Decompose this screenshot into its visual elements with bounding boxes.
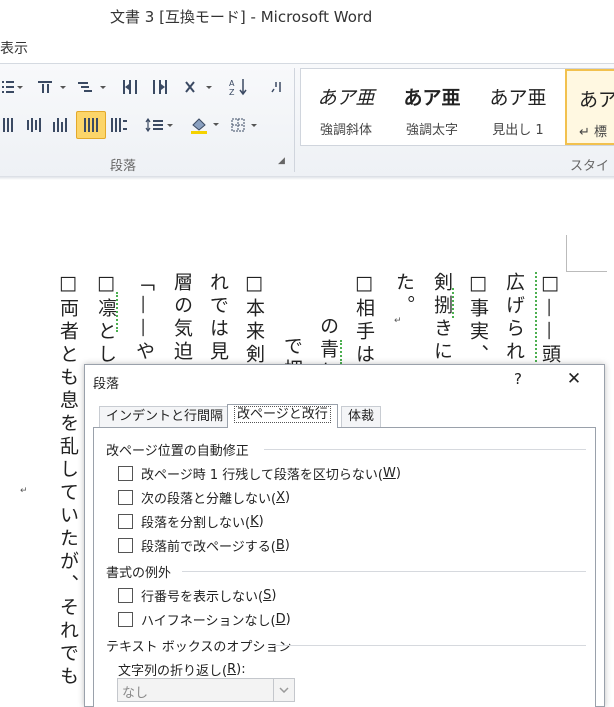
wrap-select[interactable]: なし bbox=[117, 678, 295, 702]
grammar-underline bbox=[116, 292, 118, 332]
text-column[interactable]: □——頭 bbox=[538, 272, 562, 367]
paragraph-mark: ↵ bbox=[394, 316, 402, 326]
close-button[interactable]: ✕ bbox=[565, 369, 583, 389]
wrap-select-value: なし bbox=[122, 686, 149, 701]
align-center-icon[interactable] bbox=[24, 114, 44, 136]
align-left-icon[interactable] bbox=[0, 114, 18, 136]
grammar-underline bbox=[340, 340, 342, 364]
checkbox-box[interactable] bbox=[118, 538, 133, 553]
menu-view[interactable]: 表示 bbox=[0, 38, 28, 58]
tab-label: 改ページと改行 bbox=[234, 406, 331, 423]
increase-indent-icon[interactable] bbox=[148, 76, 174, 98]
checkbox-box[interactable] bbox=[118, 466, 133, 481]
style-strong[interactable]: あア亜 強調太字 bbox=[389, 69, 475, 145]
justify-button[interactable] bbox=[76, 111, 106, 139]
menu-bar: 表示 bbox=[0, 33, 614, 63]
tab-asian-typography[interactable]: 体裁 bbox=[341, 406, 382, 427]
checkbox-keep-lines-together[interactable]: 段落を分割しない(K) bbox=[118, 512, 264, 531]
align-right-icon[interactable] bbox=[50, 114, 70, 136]
group-separator bbox=[294, 68, 295, 172]
text-column[interactable]: 広げられ bbox=[502, 272, 526, 364]
paragraph-dialog: 段落 ? ✕ インデントと行間隔 改ページと改行 体裁 改ページ位置の自動修正 … bbox=[84, 364, 605, 707]
checkbox-no-hyphenation[interactable]: ハイフネーションなし(D) bbox=[118, 610, 291, 629]
wrap-label: 文字列の折り返し(R): bbox=[118, 662, 246, 679]
tab-line-page-breaks[interactable]: 改ページと改行 bbox=[227, 404, 338, 428]
section-divider bbox=[182, 571, 586, 572]
text-column[interactable]: 「——や bbox=[132, 272, 156, 364]
checkbox-suppress-line-numbers[interactable]: 行番号を表示しない(S) bbox=[118, 586, 276, 605]
shading-icon[interactable] bbox=[188, 114, 222, 136]
numbering-icon[interactable] bbox=[36, 76, 70, 98]
styles-gallery: あア亜 強調斜体 あア亜 強調太字 あア亜 見出し 1 あア ↵ 標 bbox=[300, 68, 614, 146]
dialog-tabs: インデントと行間隔 改ページと改行 体裁 bbox=[89, 404, 600, 428]
grammar-underline bbox=[535, 272, 537, 362]
borders-icon[interactable] bbox=[230, 114, 262, 136]
svg-text:A: A bbox=[229, 79, 235, 88]
multilevel-list-icon[interactable] bbox=[76, 76, 110, 98]
style-emphasis[interactable]: あア亜 強調斜体 bbox=[303, 69, 389, 145]
help-button[interactable]: ? bbox=[510, 370, 526, 388]
decrease-indent-icon[interactable] bbox=[118, 76, 144, 98]
paragraph-group-label: 段落 bbox=[110, 159, 137, 174]
paragraph-mark: ↵ bbox=[20, 486, 28, 496]
bullets-icon[interactable] bbox=[0, 76, 26, 98]
text-column[interactable]: た。 bbox=[392, 272, 416, 318]
checkbox-box[interactable] bbox=[118, 612, 133, 627]
ribbon: AZ 段落 ◢ あア亜 強調斜体 あア亜 強調太字 あア亜 見出し 1 あア ↵… bbox=[0, 63, 614, 193]
checkbox-keep-with-next[interactable]: 次の段落と分離しない(X) bbox=[118, 488, 290, 507]
checkbox-page-break-before[interactable]: 段落前で改ページする(B) bbox=[118, 536, 290, 555]
section-textbox-options: テキスト ボックスのオプション bbox=[106, 640, 292, 655]
section-divider bbox=[264, 449, 586, 450]
page-corner-mark bbox=[566, 235, 607, 272]
section-formatting-exceptions: 書式の例外 bbox=[106, 566, 172, 581]
style-heading-1[interactable]: あア亜 見出し 1 bbox=[475, 69, 561, 145]
svg-text:Z: Z bbox=[229, 88, 235, 96]
sort-icon[interactable]: AZ bbox=[228, 76, 250, 98]
dialog-title: 段落 bbox=[93, 377, 120, 392]
tab-panel: 改ページ位置の自動修正 改ページ時 1 行残して段落を区切らない(W) 次の段落… bbox=[93, 427, 596, 707]
line-spacing-icon[interactable] bbox=[144, 114, 176, 136]
checkbox-box[interactable] bbox=[118, 514, 133, 529]
section-divider bbox=[272, 645, 586, 646]
chevron-down-icon[interactable] bbox=[273, 679, 294, 701]
ribbon-shadow bbox=[0, 176, 614, 180]
style-normal[interactable]: あア ↵ 標 bbox=[565, 69, 614, 145]
show-formatting-icon[interactable] bbox=[266, 76, 288, 98]
text-column[interactable]: □凛とし bbox=[94, 272, 118, 367]
text-column[interactable]: □相手は bbox=[352, 272, 376, 367]
checkbox-box[interactable] bbox=[118, 588, 133, 603]
character-spacing-icon[interactable] bbox=[182, 76, 218, 98]
checkbox-box[interactable] bbox=[118, 490, 133, 505]
tab-indents-spacing[interactable]: インデントと行間隔 bbox=[99, 406, 231, 427]
window-title: 文書 3 [互換モード] - Microsoft Word bbox=[110, 8, 373, 26]
dialog-launcher-icon[interactable]: ◢ bbox=[278, 156, 285, 166]
checkbox-widow-control[interactable]: 改ページ時 1 行残して段落を区切らない(W) bbox=[118, 464, 401, 483]
title-bar: 文書 3 [互換モード] - Microsoft Word bbox=[0, 0, 614, 33]
section-pagination: 改ページ位置の自動修正 bbox=[106, 444, 249, 459]
grammar-underline bbox=[452, 288, 454, 318]
distributed-icon[interactable] bbox=[108, 114, 130, 136]
text-column[interactable]: □両者とも息を乱していたが、それでも bbox=[56, 272, 80, 689]
